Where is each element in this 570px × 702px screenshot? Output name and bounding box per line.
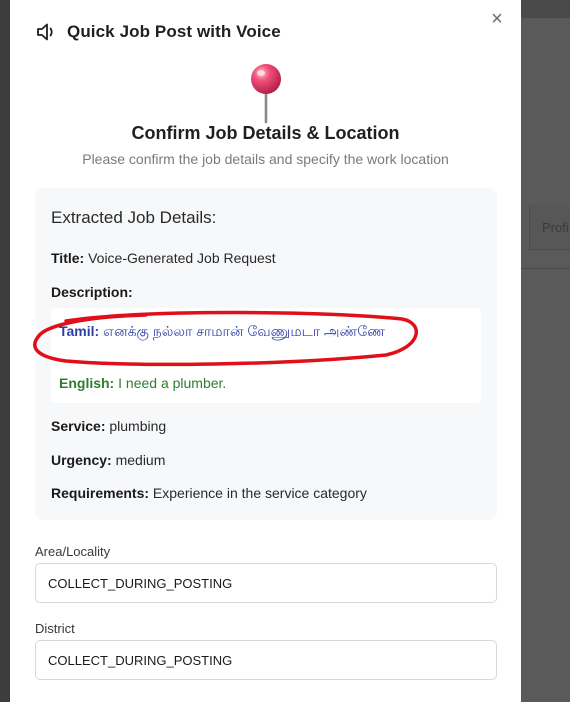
- modal-title: Quick Job Post with Voice: [67, 22, 281, 41]
- backdrop-divider: [521, 268, 570, 269]
- quick-job-post-modal: × Quick Job Post with Voice Confirm Job …: [10, 0, 521, 702]
- details-heading: Extracted Job Details:: [51, 208, 217, 227]
- english-label: English:: [59, 375, 115, 391]
- modal-header: Quick Job Post with Voice: [35, 19, 281, 45]
- backdrop-left: [0, 0, 10, 702]
- requirements-label: Requirements:: [51, 485, 150, 501]
- title-row: Title: Voice-Generated Job Request: [51, 250, 276, 266]
- speaker-icon: [37, 23, 53, 41]
- area-input[interactable]: [35, 563, 497, 603]
- pushpin-icon: [251, 64, 281, 124]
- service-value: plumbing: [109, 418, 167, 434]
- backdrop-page: [521, 18, 570, 702]
- district-input[interactable]: [35, 640, 497, 680]
- english-description: English: I need a plumber.: [59, 375, 226, 391]
- backdrop-top-strip: [521, 0, 570, 18]
- requirements-row: Requirements: Experience in the service …: [51, 485, 367, 501]
- job-details-card: Extracted Job Details: Title: Voice-Gene…: [35, 188, 497, 520]
- description-label: Description:: [51, 284, 133, 300]
- service-label: Service:: [51, 418, 106, 434]
- title-value: Voice-Generated Job Request: [88, 250, 276, 266]
- tamil-description: Tamil: எனக்கு நல்லா சாமான் வேணுமடா அண்ணே: [59, 318, 469, 344]
- backdrop-profile-tab: Profi: [529, 205, 570, 250]
- district-label: District: [35, 621, 75, 636]
- urgency-row: Urgency: medium: [51, 452, 165, 468]
- close-button[interactable]: ×: [488, 8, 506, 30]
- title-label: Title:: [51, 250, 85, 266]
- english-value: I need a plumber.: [118, 375, 227, 391]
- area-label: Area/Locality: [35, 544, 111, 559]
- urgency-value: medium: [115, 452, 166, 468]
- description-box: Tamil: எனக்கு நல்லா சாமான் வேணுமடா அண்ணே…: [51, 308, 481, 403]
- service-row: Service: plumbing: [51, 418, 166, 434]
- tamil-value: எனக்கு நல்லா சாமான் வேணுமடா அண்ணே: [103, 323, 386, 339]
- urgency-label: Urgency:: [51, 452, 112, 468]
- confirm-title: Confirm Job Details & Location: [131, 123, 400, 143]
- confirm-subtitle: Please confirm the job details and speci…: [82, 151, 449, 167]
- description-row: Description:: [51, 284, 133, 300]
- requirements-value: Experience in the service category: [152, 485, 367, 501]
- tamil-label: Tamil:: [59, 323, 100, 339]
